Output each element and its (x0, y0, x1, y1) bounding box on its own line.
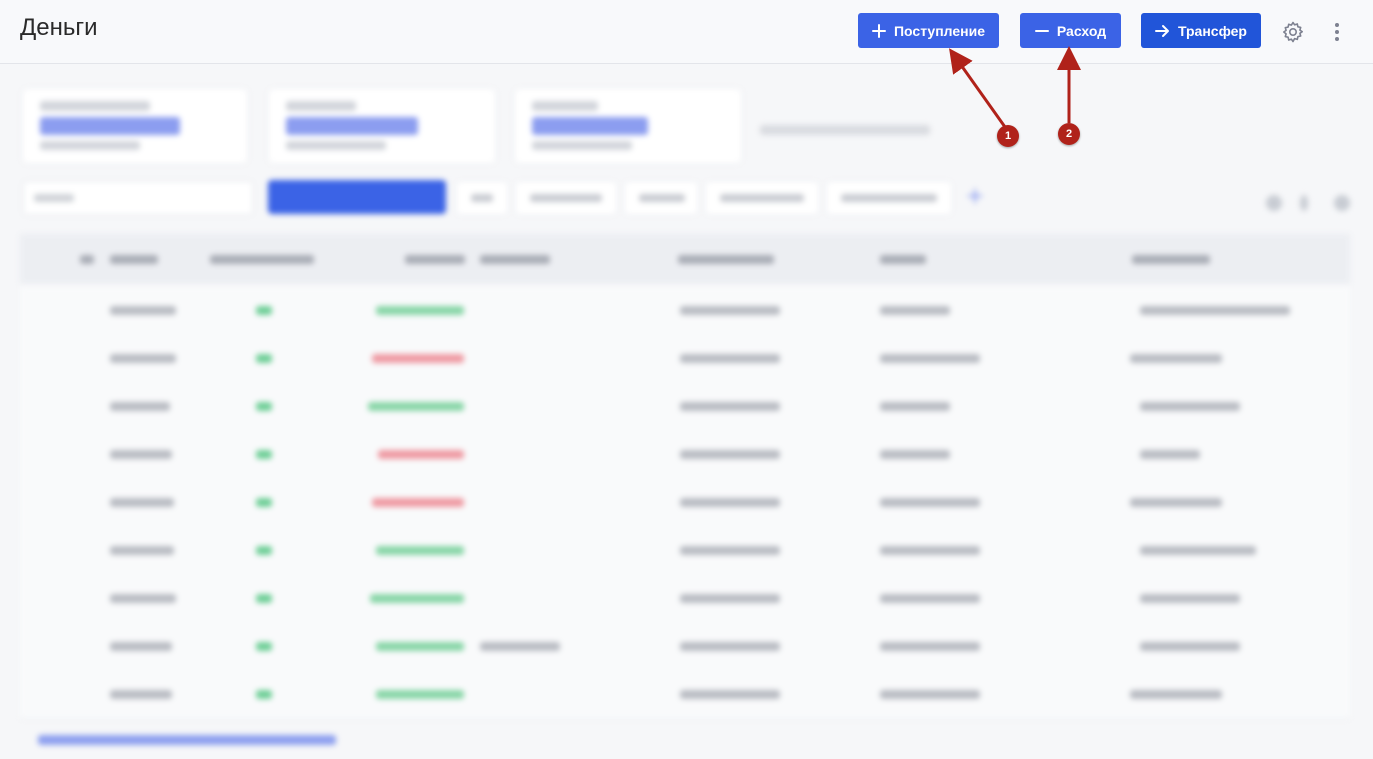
annotation-marker-1: 1 (997, 125, 1019, 147)
kebab-icon[interactable] (1329, 20, 1345, 44)
account-card (22, 88, 248, 164)
blurred-content (0, 64, 1373, 759)
annotation-marker-2: 2 (1058, 123, 1080, 145)
table-header (20, 234, 1350, 284)
plus-icon (871, 23, 886, 38)
add-income-button[interactable]: Поступление (858, 13, 999, 48)
arrow-right-icon (1154, 24, 1169, 37)
add-income-label: Поступление (893, 22, 985, 39)
transfer-button[interactable]: Трансфер (1141, 13, 1261, 48)
search-input (23, 181, 253, 215)
add-expense-button[interactable]: Расход (1020, 13, 1121, 48)
transfer-label: Трансфер (1177, 22, 1247, 39)
gear-icon[interactable] (1281, 20, 1305, 44)
page-title: Деньги (20, 14, 98, 41)
account-card (514, 88, 742, 164)
add-expense-label: Расход (1056, 22, 1107, 39)
minus-icon (1034, 29, 1049, 32)
account-card (268, 88, 496, 164)
filter-button (268, 180, 446, 214)
page-header: Деньги Поступление Расход Трансфер (0, 0, 1373, 64)
